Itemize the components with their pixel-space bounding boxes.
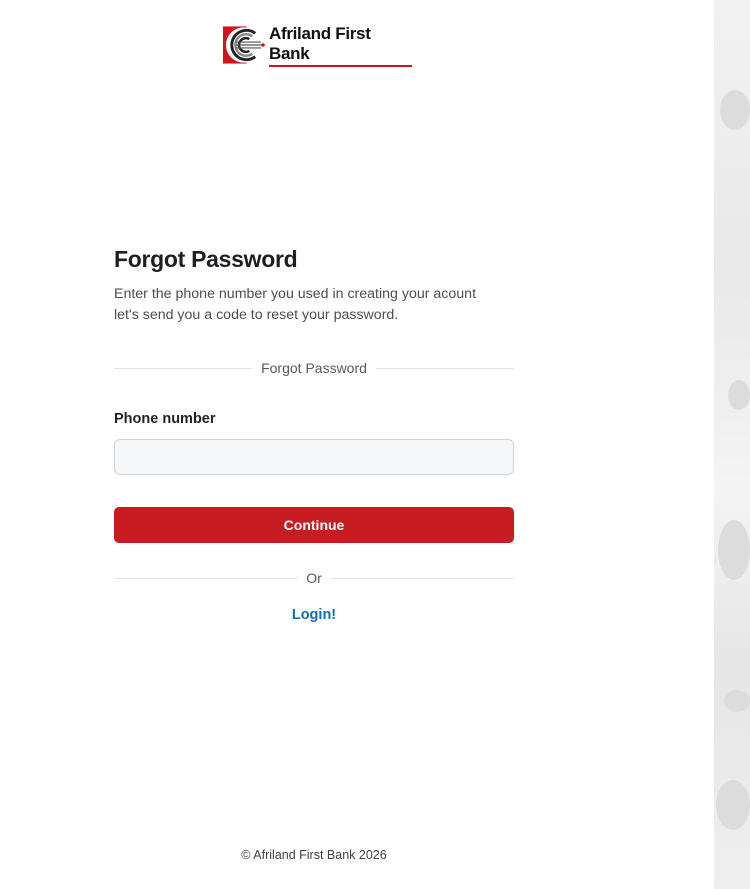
bank-logo[interactable]: Afriland First Bank bbox=[222, 24, 413, 67]
page-title: Forgot Password bbox=[114, 246, 298, 272]
section-divider: Forgot Password bbox=[114, 358, 515, 378]
login-link[interactable]: Login! bbox=[114, 607, 514, 623]
background-photo-panel bbox=[714, 0, 750, 889]
phone-number-label: Phone number bbox=[114, 411, 216, 427]
section-divider-label: Forgot Password bbox=[261, 360, 367, 376]
or-divider-label: Or bbox=[306, 570, 322, 586]
description-line-1: Enter the phone number you used in creat… bbox=[114, 286, 477, 302]
continue-button[interactable]: Continue bbox=[114, 507, 514, 543]
footer-copyright: © Afriland First Bank 2026 bbox=[241, 848, 387, 862]
divider-line-left bbox=[114, 367, 253, 369]
logo-wordmark: Afriland First Bank bbox=[268, 24, 413, 67]
phone-number-input[interactable] bbox=[114, 439, 514, 475]
afriland-logo-icon bbox=[222, 26, 265, 64]
page-description: Enter the phone number you used in creat… bbox=[114, 284, 514, 326]
or-divider: Or bbox=[114, 568, 514, 588]
divider-line-right bbox=[375, 367, 515, 369]
divider-line-left bbox=[114, 577, 298, 579]
divider-line-right bbox=[330, 577, 514, 579]
description-line-2: let's send you a code to reset your pass… bbox=[114, 307, 399, 323]
